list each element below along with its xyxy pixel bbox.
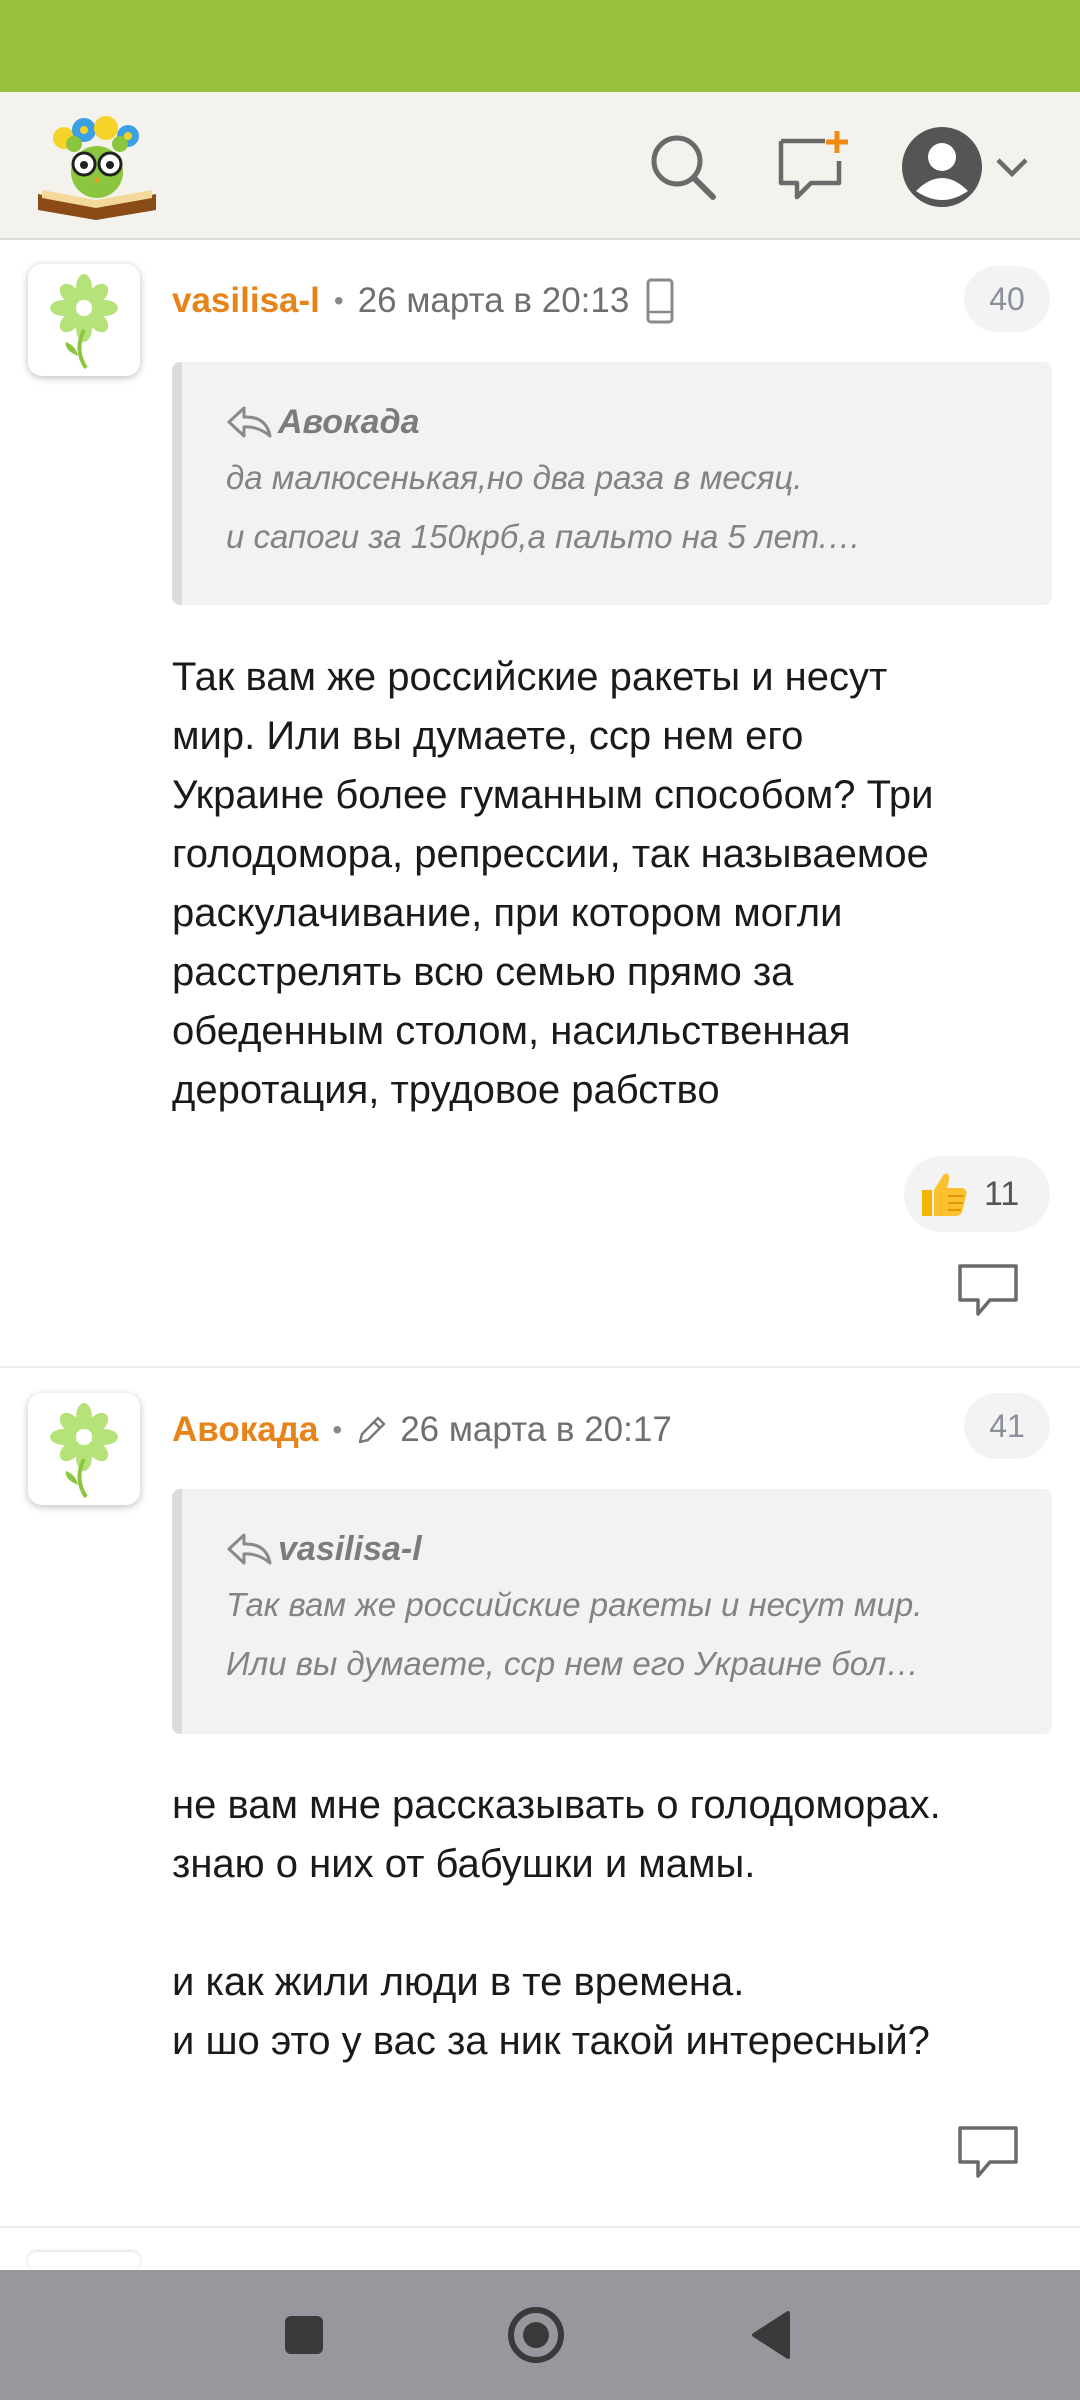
quote-line: да малюсенькая,но два раза в месяц. <box>226 459 803 496</box>
home-button[interactable] <box>504 2303 568 2367</box>
add-comment-icon <box>778 131 848 200</box>
comment-meta: vasilisa-l • 26 марта в 20:13 <box>172 278 675 324</box>
comment-number[interactable]: 40 <box>964 266 1050 332</box>
body-line: мир. Или вы думаете, сср нем его <box>172 714 804 758</box>
comment-divider <box>0 1366 1080 1368</box>
comment-author[interactable]: Авокада <box>172 1410 318 1450</box>
quote-line: Так вам же российские ракеты и несут мир… <box>226 1586 923 1623</box>
search-button[interactable] <box>638 122 728 212</box>
user-avatar-icon <box>902 127 982 207</box>
comment-bubble-icon <box>958 2126 1018 2178</box>
recent-apps-button[interactable] <box>272 2303 336 2367</box>
body-line: расстрелять всю семью прямо за <box>172 950 794 994</box>
body-line: Так вам же российские ракеты и несут <box>172 655 888 699</box>
thumbs-up-icon <box>922 1173 967 1216</box>
quote-line: Или вы думаете, сср нем его Украине бол… <box>226 1645 919 1682</box>
search-icon <box>651 135 716 200</box>
quote-block[interactable]: Авокада да малюсенькая,но два раза в мес… <box>172 362 1052 605</box>
body-line: и как жили люди в те времена. <box>172 1960 745 2004</box>
reply-arrow-icon <box>227 1533 272 1565</box>
body-line: раскулачивание, при котором могли <box>172 891 843 935</box>
comment-body: не вам мне рассказывать о голодоморах. з… <box>172 1776 1052 2071</box>
separator-dot: • <box>333 285 344 316</box>
quote-author-row: vasilisa-l <box>226 1525 1052 1573</box>
avatar <box>28 2252 140 2270</box>
quote-author-row: Авокада <box>226 398 1052 446</box>
like-button[interactable]: 11 <box>904 1156 1050 1232</box>
comment-author[interactable]: vasilisa-l <box>172 281 320 321</box>
reply-button[interactable] <box>956 1262 1020 1318</box>
app-header <box>0 92 1080 240</box>
circle-home-icon <box>508 2307 564 2363</box>
profile-menu-button[interactable] <box>896 122 1036 212</box>
comment-date[interactable]: 26 марта в 20:17 <box>400 1410 672 1450</box>
flower-icon <box>50 274 118 370</box>
comment-meta: Авокада • 26 марта в 20:17 <box>172 1408 672 1452</box>
body-line: голодомора, репрессии, так называемое <box>172 832 929 876</box>
chevron-down-icon <box>996 158 1028 178</box>
quote-line: и сапоги за 150крб,а пальто на 5 лет.… <box>226 518 861 555</box>
body-line: обеденным столом, насильственная <box>172 1009 851 1053</box>
status-bar <box>0 0 1080 92</box>
comment-number[interactable]: 41 <box>964 1393 1050 1459</box>
body-line: знаю о них от бабушки и мамы. <box>172 1842 756 1886</box>
new-post-button[interactable] <box>768 122 858 212</box>
mobile-phone-icon <box>646 278 674 324</box>
back-button[interactable] <box>740 2303 804 2367</box>
flower-icon <box>50 1403 118 1499</box>
body-line: деротация, трудовое рабство <box>172 1068 720 1112</box>
comment-divider <box>0 2226 1080 2228</box>
body-line: Украине более гуманным способом? Три <box>172 773 934 817</box>
reply-button[interactable] <box>956 2124 1020 2180</box>
reply-arrow-icon <box>227 406 272 438</box>
comment-bubble-icon <box>958 1264 1018 1316</box>
square-icon <box>285 2316 323 2354</box>
quote-author: Авокада <box>278 402 420 441</box>
system-nav-bar <box>0 2270 1080 2400</box>
body-line: не вам мне рассказывать о голодоморах. <box>172 1783 941 1827</box>
reading-owl-logo[interactable] <box>34 110 160 222</box>
body-line: и шо это у вас за ник такой интересный? <box>172 2019 930 2063</box>
comment-body: Так вам же российские ракеты и несут мир… <box>172 648 1052 1120</box>
pencil-icon <box>358 1416 386 1444</box>
avatar[interactable] <box>28 264 140 376</box>
comment-date[interactable]: 26 марта в 20:13 <box>358 281 630 321</box>
quote-block[interactable]: vasilisa-l Так вам же российские ракеты … <box>172 1489 1052 1734</box>
like-count: 11 <box>984 1174 1020 1213</box>
triangle-back-icon <box>752 2311 790 2359</box>
avatar[interactable] <box>28 1393 140 1505</box>
quote-author: vasilisa-l <box>278 1529 422 1568</box>
body-line-blank <box>172 1894 1052 1953</box>
separator-dot: • <box>332 1414 343 1445</box>
